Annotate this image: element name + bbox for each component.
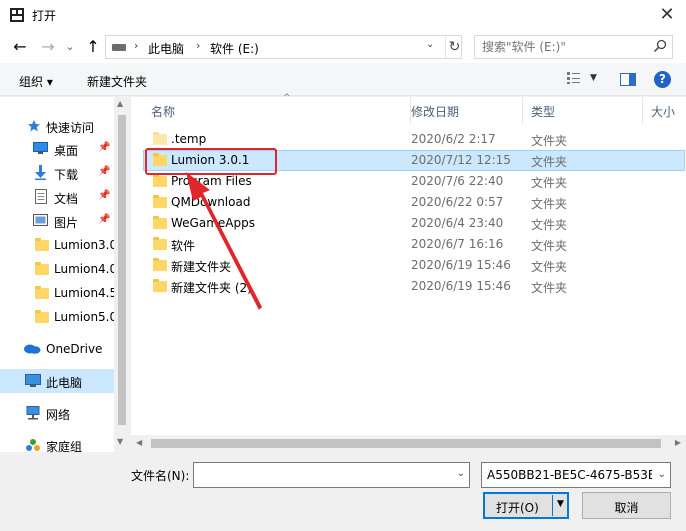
split-divider	[552, 495, 553, 516]
open-button[interactable]: 打开(O) ▼	[483, 492, 569, 519]
cancel-button-label: 取消	[614, 501, 639, 515]
file-type-filter[interactable]: A550BB21-BE5C-4675-B53E- ⌄	[481, 462, 671, 488]
chevron-down-icon[interactable]: ⌄	[658, 469, 666, 480]
filename-combobox[interactable]: ⌄	[193, 462, 470, 488]
filename-input[interactable]	[194, 463, 444, 487]
open-dropdown-icon[interactable]: ▼	[557, 499, 564, 509]
chevron-down-icon[interactable]: ⌄	[457, 468, 465, 479]
filter-value: A550BB21-BE5C-4675-B53E-	[487, 468, 652, 482]
filename-label: 文件名(N):	[131, 469, 190, 483]
cancel-button[interactable]: 取消	[582, 492, 671, 519]
open-button-label: 打开(O)	[496, 501, 539, 515]
annotation-arrow-icon	[186, 172, 262, 310]
